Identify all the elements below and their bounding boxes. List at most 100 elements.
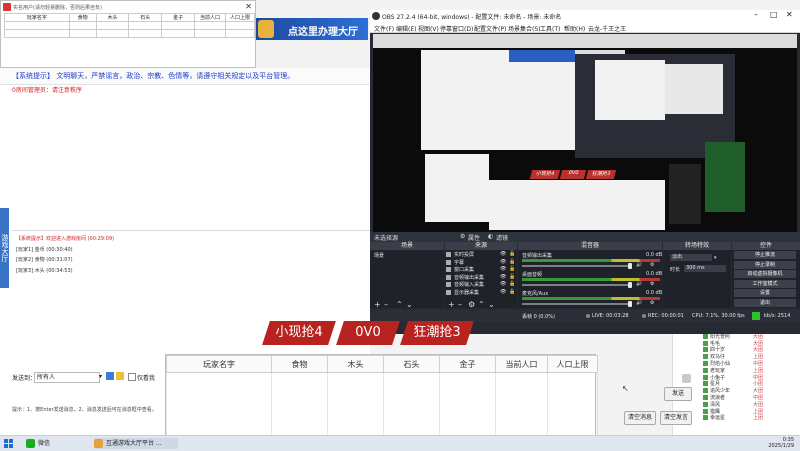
source-item-label: 音频输入采集 <box>454 282 485 288</box>
remove-source-icon[interactable]: – <box>458 300 462 309</box>
font-icon[interactable] <box>106 372 114 380</box>
taskbar-app-wechat[interactable]: 微信 <box>26 438 50 449</box>
obs-menu-item[interactable]: 配置文件(P) <box>474 24 506 33</box>
obs-control-button[interactable]: 停止录制 <box>734 260 796 269</box>
lock-icon[interactable]: 🔓 <box>509 274 515 280</box>
obs-control-button[interactable]: 停止推流 <box>734 251 796 259</box>
speaker-icon[interactable]: 🔊 <box>636 300 642 306</box>
eye-icon[interactable]: 👁 <box>500 281 506 287</box>
duration-input[interactable]: 300 ms <box>684 265 726 272</box>
obs-menu-item[interactable]: 文件(F) <box>374 24 394 33</box>
obs-menu-item[interactable]: 场景集合(S) <box>508 24 541 33</box>
eye-icon[interactable]: 👁 <box>500 266 506 272</box>
user-status-icon <box>703 361 708 366</box>
scene-item[interactable]: 场景 <box>374 252 384 259</box>
obs-menu-item[interactable]: 编辑(E) <box>396 24 416 33</box>
volume-slider[interactable] <box>522 265 632 267</box>
transitions-dock-header: 转场特效 <box>663 242 731 250</box>
user-status-icon <box>703 408 708 414</box>
clear-speech-button[interactable]: 清空发言 <box>660 411 692 425</box>
user-status-icon <box>703 347 708 353</box>
add-source-icon[interactable]: + <box>448 300 455 309</box>
overlay-tab-3[interactable]: 狂潮抢3 <box>400 321 474 345</box>
obs-menu-item[interactable]: 停靠窗口(D) <box>440 24 473 33</box>
lobby-banner[interactable]: 点这里办理大厅 <box>256 18 368 40</box>
obs-menu-item[interactable]: 云龙-千王之王 <box>588 24 626 33</box>
user-list-item[interactable]: 幸运星 上团 <box>703 414 765 421</box>
volume-slider[interactable] <box>522 284 632 286</box>
obs-menu-item[interactable]: 帮助(H) <box>564 24 585 33</box>
obs-menu-item[interactable]: 视图(V) <box>418 24 439 33</box>
eye-icon[interactable]: 👁 <box>500 259 506 265</box>
eye-icon[interactable]: 👁 <box>500 274 506 280</box>
filter-icon[interactable]: ◐ <box>488 233 493 240</box>
lobby-side-tab[interactable]: 游戏大厅 <box>0 208 9 288</box>
transition-select[interactable]: 淡出 <box>670 254 712 261</box>
lock-icon[interactable]: 🔓 <box>509 251 515 257</box>
taskbar-app-game-lobby[interactable]: 互通游戏大厅平台 ... <box>94 438 178 449</box>
volume-slider-knob[interactable] <box>628 301 632 307</box>
gear-icon[interactable]: ⚙ <box>650 262 654 268</box>
obs-control-button[interactable]: 工作室模式 <box>734 279 796 288</box>
move-up-icon[interactable]: ⌃ <box>396 300 403 309</box>
speaker-icon[interactable]: 🔊 <box>636 281 642 287</box>
lock-icon[interactable]: 🔓 <box>509 259 515 265</box>
obs-menu-item[interactable]: 工具(T) <box>540 24 560 33</box>
admin-line: 0房间管理员：请注意秩序 <box>12 87 82 94</box>
send-target-select[interactable]: 所有人 <box>34 372 100 383</box>
move-down-icon[interactable]: ⌄ <box>406 300 413 309</box>
source-up-icon[interactable]: ⌃ <box>478 300 485 309</box>
minimize-icon[interactable]: – <box>754 10 758 19</box>
obs-control-button[interactable]: 设置 <box>734 289 796 297</box>
table-column-header: 木头 <box>327 355 384 373</box>
source-settings-icon[interactable]: ⚙ <box>468 300 475 309</box>
speaker-icon[interactable]: 🔊 <box>636 262 642 268</box>
player-stats-mini-window: 实名用户(请勿轻易删除，否则后果自负) ✕ 玩家名字 食物 木头 石头 金子 当前人口 人口… <box>0 0 256 68</box>
mixer-channel-name: 音频输出采集 <box>522 253 553 259</box>
scroll-up-button[interactable] <box>682 374 691 383</box>
emoji-icon[interactable] <box>116 372 124 380</box>
obs-control-button[interactable]: 退出 <box>734 298 796 307</box>
add-icon[interactable]: + <box>374 300 381 309</box>
lock-icon[interactable]: 🔓 <box>509 289 515 295</box>
mini-column-header: 玩家名字 <box>4 13 70 22</box>
shield-logo-icon <box>258 20 274 38</box>
maximize-icon[interactable]: □ <box>770 10 778 19</box>
gear-icon[interactable]: ⚙ <box>460 233 465 240</box>
mixer-channel-db: 0.0 dB <box>646 290 663 296</box>
chevron-down-icon[interactable]: ▾ <box>714 255 717 261</box>
eye-icon[interactable]: 👁 <box>500 289 506 295</box>
send-button[interactable]: 发送 <box>664 387 692 401</box>
clear-messages-button[interactable]: 清空消息 <box>624 411 656 425</box>
obs-menubar: 文件(F) 编辑(E) 视图(V) 停靠窗口(D) 配置文件(P) 场景集合(S) 工具(T… <box>370 22 800 33</box>
overlay-tab-2[interactable]: 0V0 <box>336 321 400 345</box>
close-icon[interactable]: ✕ <box>245 2 252 11</box>
volume-slider-knob[interactable] <box>628 263 632 269</box>
overlay-tab-2-label: 0V0 <box>355 325 381 340</box>
obs-control-button[interactable]: 启动虚拟摄像机 <box>734 270 796 278</box>
properties-tab[interactable]: 属性 <box>468 233 480 242</box>
chevron-down-icon[interactable]: ▾ <box>99 373 102 380</box>
windows-start-icon[interactable] <box>4 439 13 448</box>
mini-window-title: 实名用户(请勿轻易删除，否则后果自负) <box>13 5 102 11</box>
chat-message: 【系统提示】欢迎进入游戏房间 (00:29:09) <box>16 236 114 242</box>
source-down-icon[interactable]: ⌄ <box>488 300 495 309</box>
obs-preview[interactable]: 小现抢4 0V0 狂潮抢3 <box>373 34 797 232</box>
overlay-tab-1[interactable]: 小现抢4 <box>262 321 336 345</box>
filters-tab[interactable]: 滤镜 <box>496 233 508 242</box>
lock-icon[interactable]: 🔓 <box>509 281 515 287</box>
lock-icon[interactable]: 🔓 <box>509 266 515 272</box>
close-icon[interactable]: ✕ <box>786 10 793 19</box>
overlay-tab-1-label: 小现抢4 <box>275 325 323 340</box>
rec-timer: REC: 00:00:01 <box>648 313 684 319</box>
gear-icon[interactable]: ⚙ <box>650 281 654 287</box>
gear-icon[interactable]: ⚙ <box>650 300 654 306</box>
source-item-label: 字幕 <box>454 259 465 266</box>
remove-icon[interactable]: – <box>384 300 388 309</box>
volume-slider[interactable] <box>522 303 632 305</box>
wechat-icon <box>26 439 35 448</box>
volume-slider-knob[interactable] <box>628 282 632 288</box>
eye-icon[interactable]: 👁 <box>500 251 506 257</box>
only-host-checkbox[interactable] <box>128 373 136 381</box>
obs-window: OBS 27.2.4 (64-bit, windows) - 配置文件: 未命名… <box>370 10 800 334</box>
